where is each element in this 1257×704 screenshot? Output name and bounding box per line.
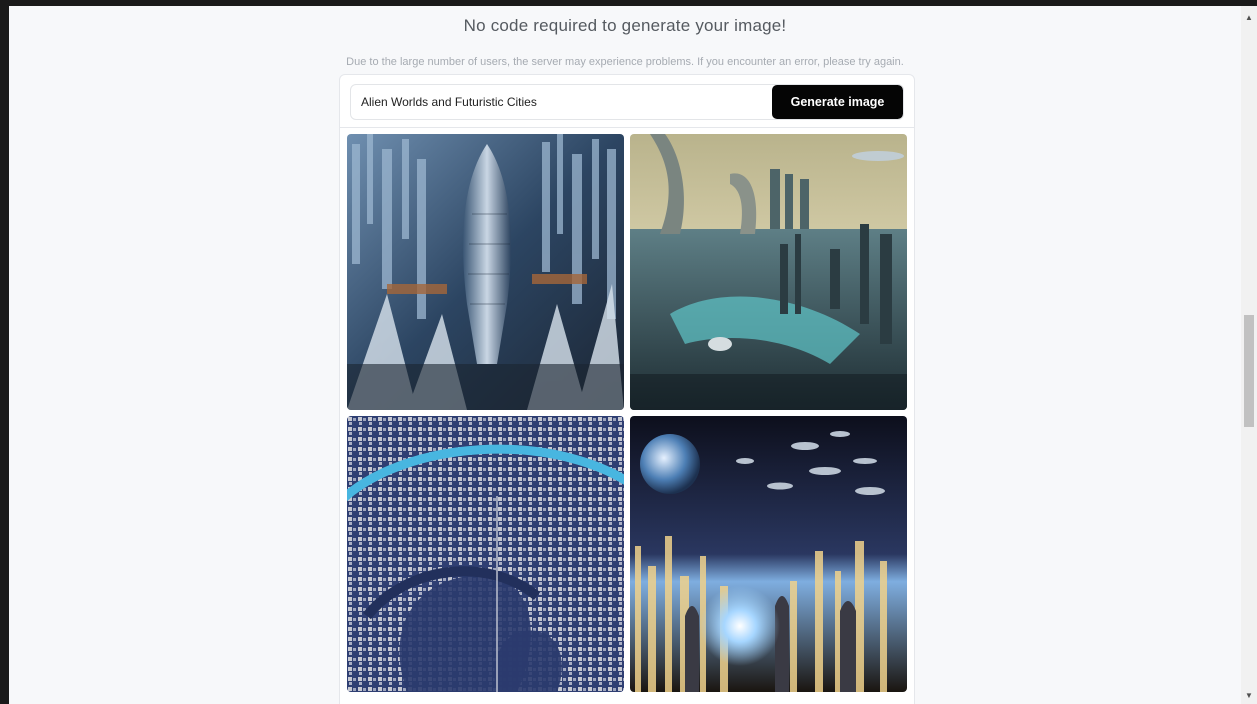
scroll-down-arrow-icon[interactable]: ▼ — [1241, 688, 1257, 704]
scrollbar-thumb[interactable] — [1244, 315, 1254, 427]
generated-image-3[interactable] — [347, 416, 624, 692]
prompt-form: Generate image — [350, 84, 904, 120]
generated-image-4[interactable] — [630, 416, 907, 692]
browser-viewport: No code required to generate your image!… — [9, 6, 1241, 704]
vertical-scrollbar[interactable]: ▲ ▼ — [1241, 6, 1257, 704]
page-headline: No code required to generate your image! — [463, 16, 787, 35]
scroll-up-arrow-icon[interactable]: ▲ — [1241, 10, 1257, 26]
generate-image-button[interactable]: Generate image — [772, 85, 903, 119]
prompt-input[interactable] — [351, 85, 769, 119]
generated-image-1[interactable] — [347, 134, 624, 410]
card-divider — [340, 127, 914, 128]
server-notice: Due to the large number of users, the se… — [346, 56, 904, 68]
generator-card: Generate image — [339, 74, 915, 704]
generated-image-2[interactable] — [630, 134, 907, 410]
image-gallery — [347, 134, 907, 694]
